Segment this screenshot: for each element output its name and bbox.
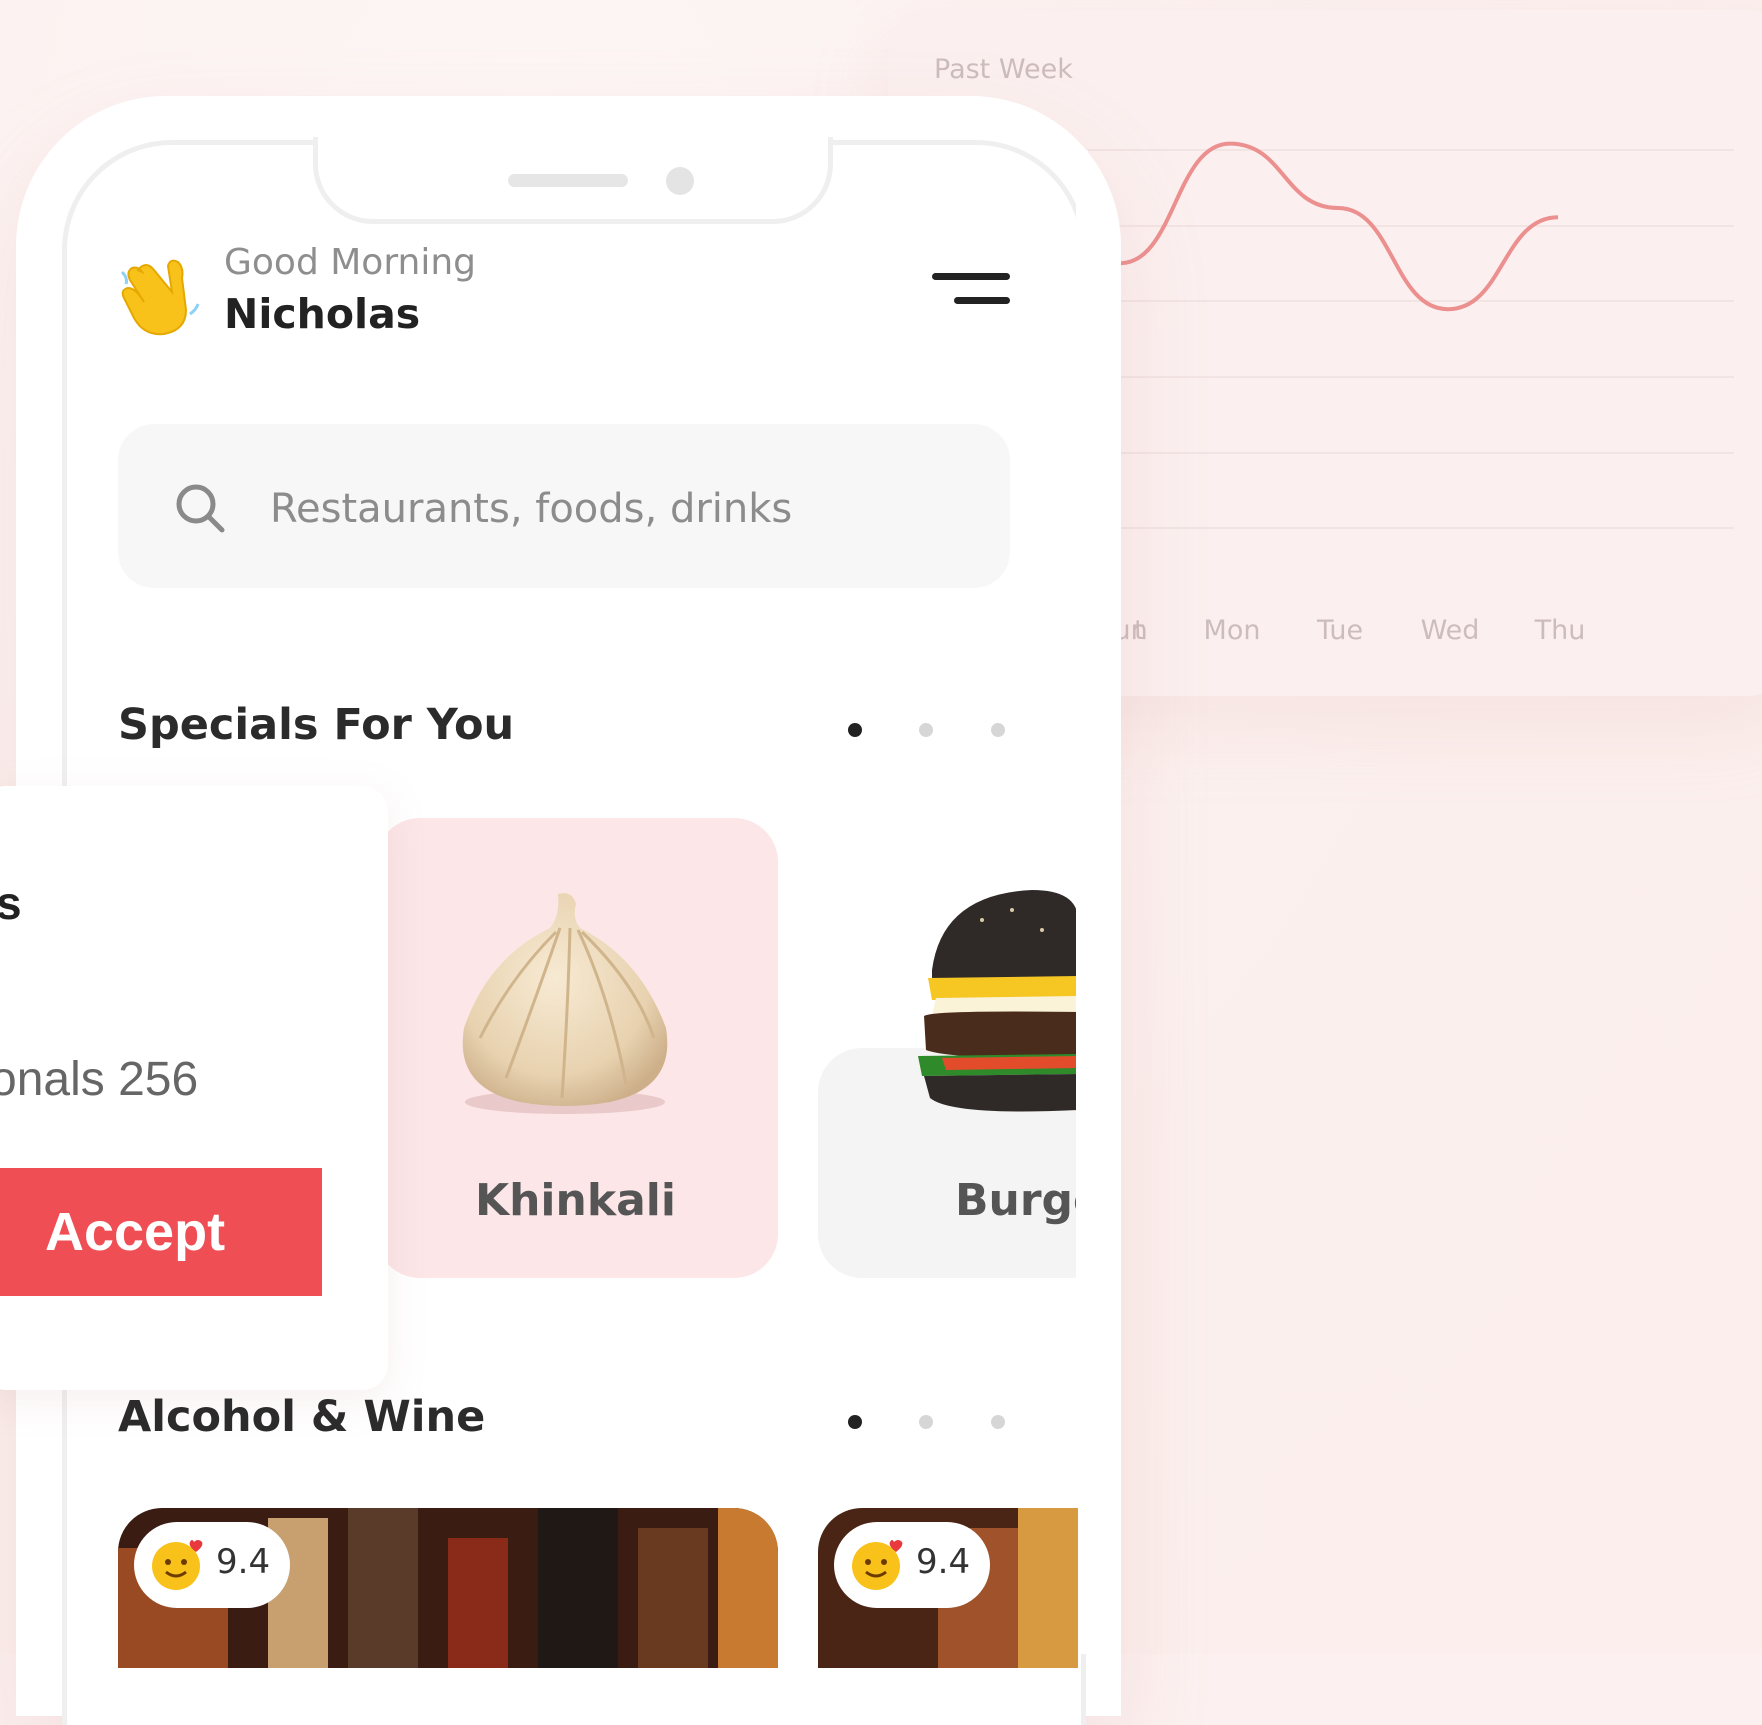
menu-icon[interactable]	[932, 270, 1012, 310]
carousel-dot[interactable]	[848, 723, 862, 737]
carousel-dot[interactable]	[848, 1415, 862, 1429]
food-label-burger: Burge	[955, 1175, 1078, 1226]
phone-edge	[1076, 150, 1088, 1654]
carousel-dot[interactable]	[991, 1415, 1005, 1429]
rating-value: 9.4	[916, 1542, 971, 1582]
chart-x-tick-label: Tue	[1316, 615, 1363, 646]
speaker-grille	[508, 174, 628, 187]
rating-badge: 9.4	[134, 1522, 290, 1608]
heart-eyes-emoji-icon	[852, 1540, 903, 1590]
front-camera	[666, 167, 694, 195]
waving-hand-icon	[120, 259, 200, 336]
food-label-khinkali: Khinkali	[475, 1175, 676, 1226]
chart-title: Past Week	[934, 54, 1073, 85]
alcohol-title: Alcohol & Wine	[118, 1392, 486, 1442]
popup-text: onals 256	[0, 1053, 199, 1106]
chart-x-tick-label: Wed	[1421, 615, 1480, 646]
khinkali-image	[462, 893, 668, 1114]
chart-x-tick-label: Thu	[1534, 615, 1586, 646]
alcohol-carousel-dots[interactable]	[848, 1412, 1018, 1432]
specials-carousel-dots[interactable]	[848, 720, 1018, 740]
search-placeholder: Restaurants, foods, drinks	[270, 486, 793, 532]
heart-eyes-emoji-icon	[152, 1540, 203, 1590]
chart-x-tick-label: Mon	[1204, 615, 1261, 646]
popup-title: s	[0, 877, 22, 929]
burger-image	[918, 890, 1078, 1112]
rating-value: 9.4	[216, 1542, 271, 1582]
greeting-text: Good Morning	[224, 242, 476, 283]
carousel-dot[interactable]	[919, 1415, 933, 1429]
rating-badge: 9.4	[834, 1522, 990, 1608]
carousel-dot[interactable]	[919, 723, 933, 737]
user-name: Nicholas	[224, 290, 421, 338]
carousel-dot[interactable]	[991, 723, 1005, 737]
specials-title: Specials For You	[118, 700, 515, 750]
accept-button[interactable]: Accept	[0, 1168, 322, 1296]
search-icon	[176, 484, 225, 533]
